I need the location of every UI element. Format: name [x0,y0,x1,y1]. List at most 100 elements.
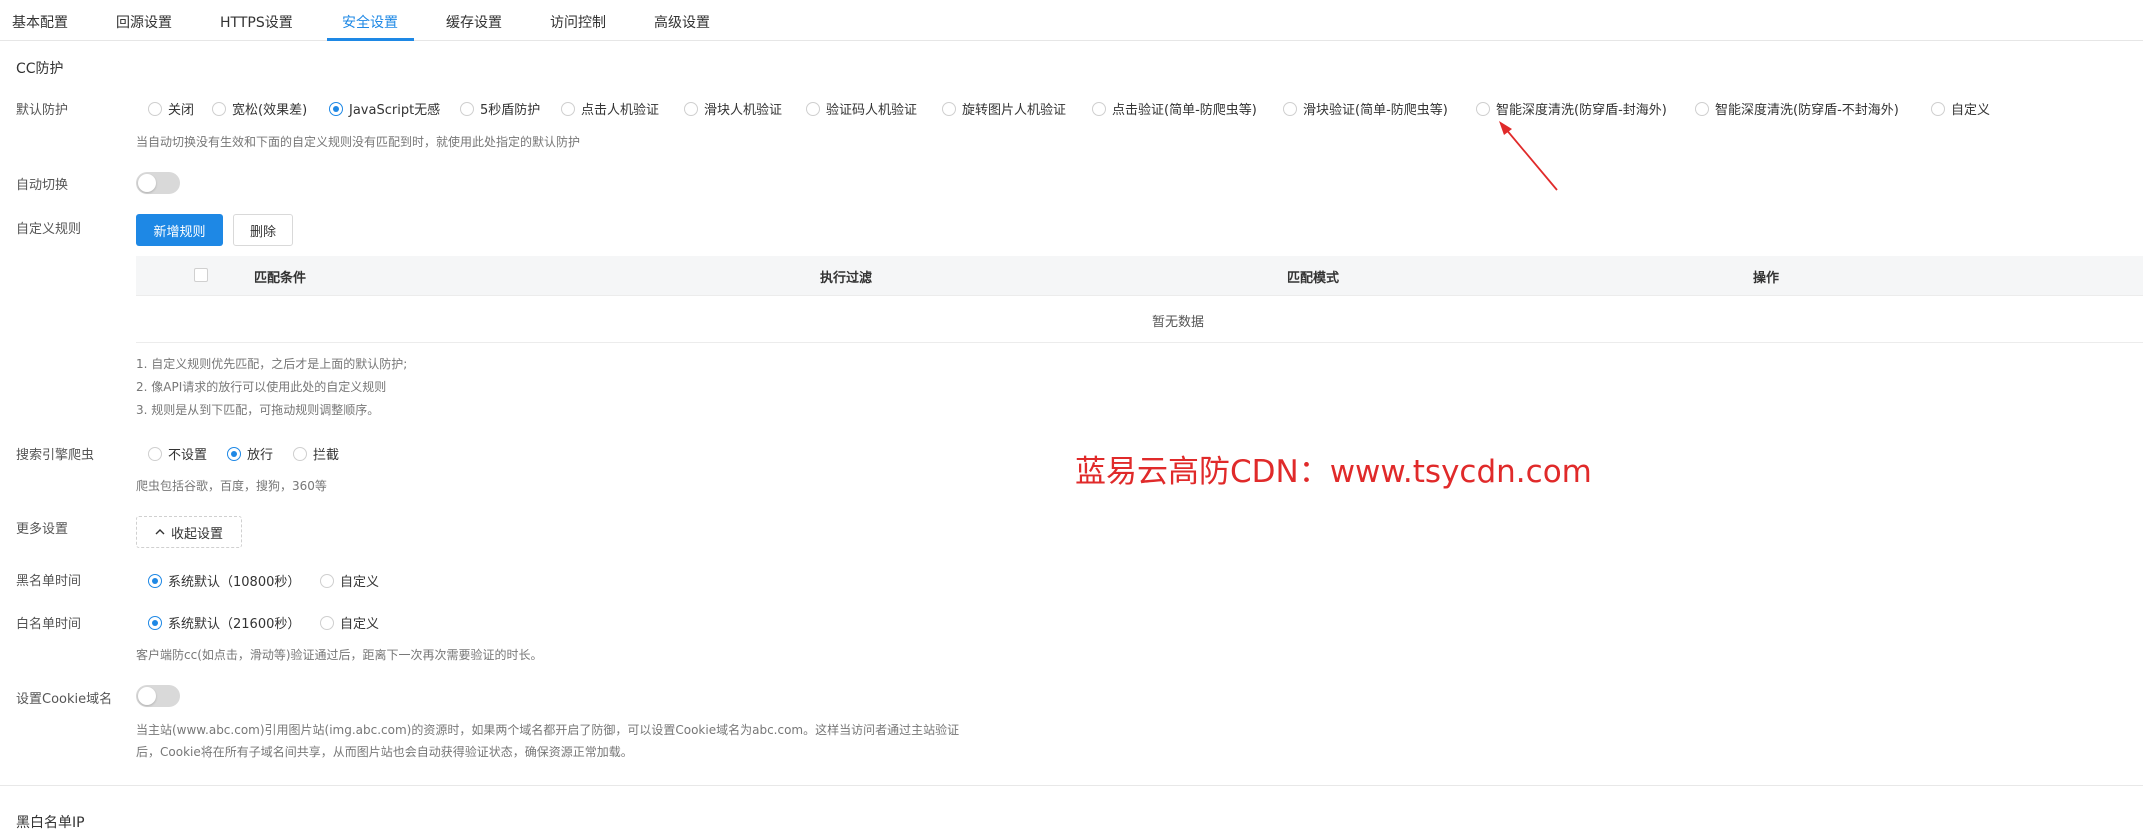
radio-circle [227,446,241,461]
tab-advanced-settings[interactable]: 高级设置 [654,12,710,32]
radio-circle [148,615,162,630]
radio-crawler-block[interactable]: 拦截 [293,444,339,463]
th-actions: 操作 [1753,271,1780,286]
radio-rotate-captcha[interactable]: 旋转图片人机验证 [942,99,1066,118]
radio-circle [148,446,162,461]
radio-deep-clean-block-overseas[interactable]: 智能深度清洗(防穿盾-封海外) [1476,99,1667,118]
rules-table-body: 暂无数据 [136,296,2143,343]
radio-click-captcha[interactable]: 点击人机验证 [561,99,659,118]
radio-slider-captcha[interactable]: 滑块人机验证 [684,99,782,118]
radio-label: JavaScript无感 [349,103,441,118]
radio-label: 自定义 [340,575,380,590]
crawler-label: 搜索引擎爬虫 [16,448,95,463]
radio-circle [942,101,956,116]
section-divider [0,785,2143,786]
toggle-knob [138,687,156,705]
radio-label: 旋转图片人机验证 [962,103,1067,118]
radio-loose[interactable]: 宽松(效果差) [212,99,307,118]
select-all-checkbox[interactable] [194,268,208,282]
watermark-text: 蓝易云高防CDN：www.tsycdn.com [1075,454,1592,490]
table-empty-text: 暂无数据 [1151,315,1204,330]
radio-whitelist-default[interactable]: 系统默认（21600秒） [148,613,300,632]
radio-crawler-allow[interactable]: 放行 [227,444,273,463]
cc-protection-title: CC防护 [16,61,64,77]
radio-custom[interactable]: 自定义 [1931,99,1990,118]
toggle-knob [138,174,156,192]
crawler-help: 爬虫包括谷歌，百度，搜狗，360等 [136,479,327,493]
annotation-arrow-icon [1499,121,1558,191]
whitelist-time-label: 白名单时间 [16,617,82,632]
cookie-domain-label: 设置Cookie域名 [16,692,113,707]
rules-note-1: 1. 自定义规则优先匹配，之后才是上面的默认防护; [136,357,408,371]
radio-whitelist-custom[interactable]: 自定义 [320,613,379,632]
radio-circle [1092,101,1106,116]
radio-label: 智能深度清洗(防穿盾-封海外) [1496,103,1667,118]
chevron-up-icon [155,529,165,535]
rules-table-header: 匹配条件 执行过滤 匹配模式 操作 [136,256,2143,296]
tab-cache-settings[interactable]: 缓存设置 [446,12,502,32]
radio-circle [1476,101,1490,116]
delete-button[interactable]: 删除 [233,214,293,246]
radio-label: 系统默认（21600秒） [168,617,301,632]
radio-label: 验证码人机验证 [826,103,918,118]
radio-code-captcha[interactable]: 验证码人机验证 [806,99,917,118]
radio-click-simple[interactable]: 点击验证(简单-防爬虫等) [1092,99,1257,118]
cookie-help-line-1: 当主站(www.abc.com)引用图片站(img.abc.com)的资源时，如… [136,723,960,737]
tab-https-settings[interactable]: HTTPS设置 [220,12,293,32]
active-tab-indicator [327,38,414,41]
radio-circle [320,573,334,588]
tab-access-control[interactable]: 访问控制 [550,12,606,32]
crawler-radio-group: 不设置 放行 拦截 [148,444,398,464]
radio-label: 滑块验证(简单-防爬虫等) [1303,103,1448,118]
radio-circle [293,446,307,461]
th-match-condition: 匹配条件 [254,271,307,286]
radio-blacklist-custom[interactable]: 自定义 [320,571,379,590]
blacklist-radio-group: 系统默认（10800秒） 自定义 [148,571,398,591]
whitelist-radio-group: 系统默认（21600秒） 自定义 [148,613,398,633]
tab-origin-settings[interactable]: 回源设置 [116,12,172,32]
radio-label: 宽松(效果差) [232,103,308,118]
radio-slider-simple[interactable]: 滑块验证(简单-防爬虫等) [1283,99,1448,118]
th-execute-filter: 执行过滤 [820,271,873,286]
radio-label: 拦截 [313,448,340,463]
tab-basic-config[interactable]: 基本配置 [12,12,68,32]
radio-circle [329,101,343,116]
collapse-settings-button[interactable]: 收起设置 [136,516,242,548]
radio-circle [806,101,820,116]
auto-switch-label: 自动切换 [16,178,69,193]
radio-label: 5秒盾防护 [480,103,541,118]
radio-circle [212,101,226,116]
cookie-domain-toggle[interactable] [136,685,180,707]
radio-close[interactable]: 关闭 [148,99,194,118]
auto-switch-toggle[interactable] [136,172,180,194]
default-protection-label: 默认防护 [16,103,69,118]
radio-blacklist-default[interactable]: 系统默认（10800秒） [148,571,300,590]
radio-circle [1283,101,1297,116]
radio-circle [148,101,162,116]
radio-label: 智能深度清洗(防穿盾-不封海外) [1715,103,1899,118]
add-rule-button[interactable]: 新增规则 [136,214,223,246]
radio-deep-clean-allow-overseas[interactable]: 智能深度清洗(防穿盾-不封海外) [1695,99,1899,118]
tab-security-settings[interactable]: 安全设置 [342,12,398,32]
more-settings-label: 更多设置 [16,522,69,537]
radio-label: 点击验证(简单-防爬虫等) [1112,103,1257,118]
custom-rules-label: 自定义规则 [16,222,82,237]
radio-label: 自定义 [340,617,380,632]
radio-label: 点击人机验证 [581,103,660,118]
default-protection-radio-group: 关闭 宽松(效果差) JavaScript无感 5秒盾防护 点击人机验证 滑块人… [148,99,2048,119]
radio-label: 不设置 [168,448,208,463]
radio-circle [1695,101,1709,116]
radio-5s-shield[interactable]: 5秒盾防护 [460,99,540,118]
radio-circle [460,101,474,116]
rules-note-2: 2. 像API请求的放行可以使用此处的自定义规则 [136,380,387,394]
default-protection-help: 当自动切换没有生效和下面的自定义规则没有匹配到时，就使用此处指定的默认防护 [136,135,581,149]
radio-javascript-seamless[interactable]: JavaScript无感 [329,99,440,118]
radio-label: 系统默认（10800秒） [168,575,301,590]
radio-label: 关闭 [168,103,195,118]
th-match-mode: 匹配模式 [1287,271,1340,286]
radio-crawler-none[interactable]: 不设置 [148,444,207,463]
radio-label: 滑块人机验证 [704,103,783,118]
radio-circle [1931,101,1945,116]
radio-circle [148,573,162,588]
tab-bar: 基本配置 回源设置 HTTPS设置 安全设置 缓存设置 访问控制 高级设置 [0,0,2143,41]
